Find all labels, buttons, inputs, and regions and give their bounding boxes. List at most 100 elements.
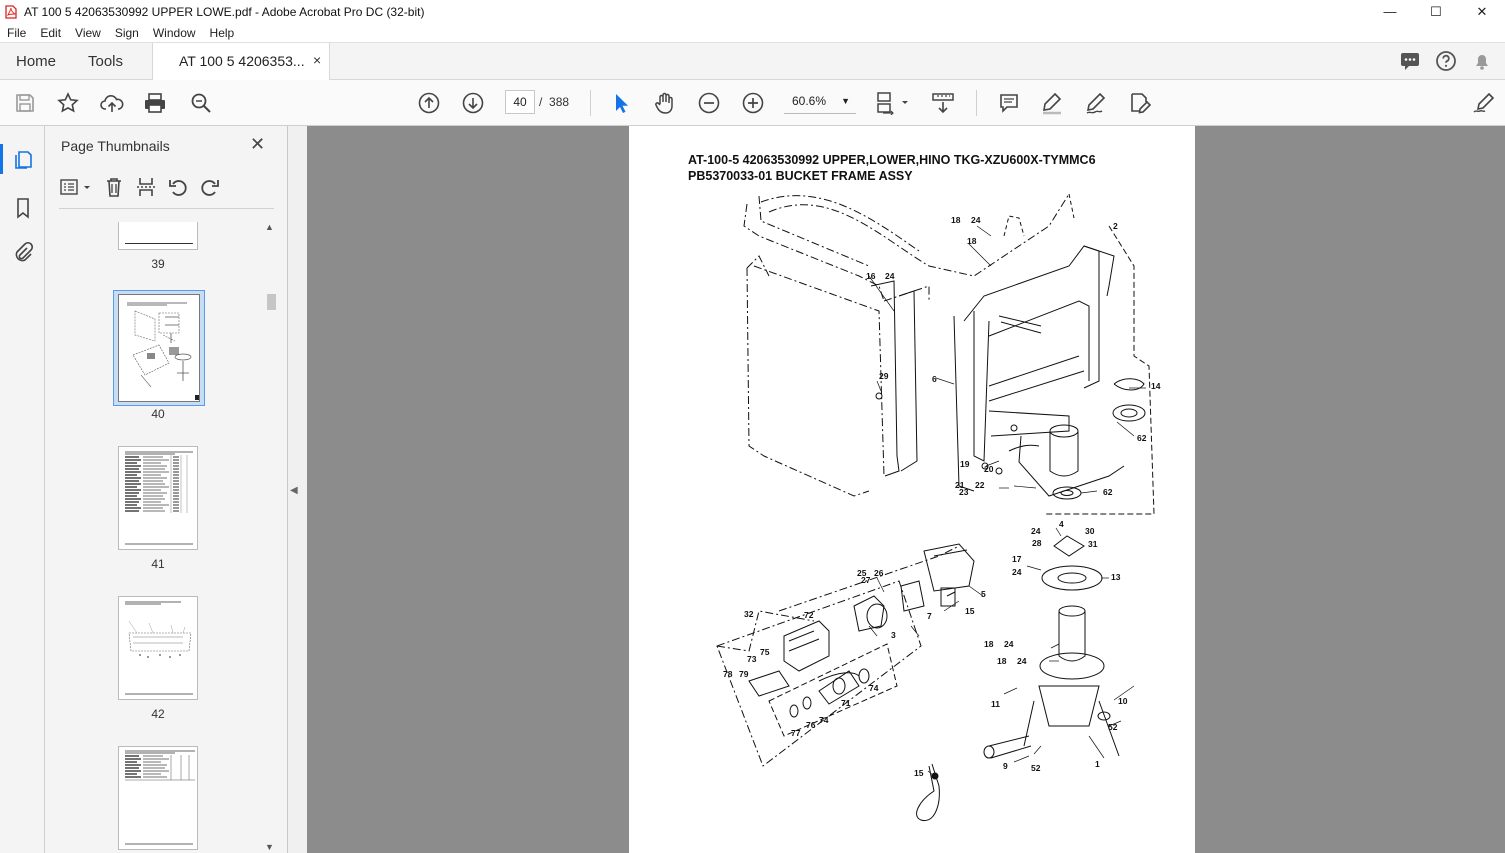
close-tab-button[interactable]: × bbox=[313, 52, 321, 68]
thumbnail-label-39: 39 bbox=[151, 257, 165, 271]
page-thumbnails-icon[interactable] bbox=[11, 148, 35, 172]
thumbnail-scrollbar[interactable]: ▲ ▼ bbox=[264, 222, 278, 853]
thumbnail-page-41[interactable] bbox=[118, 446, 198, 550]
callout-label: 23 bbox=[959, 487, 969, 497]
callout-label: 14 bbox=[1151, 381, 1161, 391]
callout-label: 18 bbox=[984, 639, 994, 649]
menu-view[interactable]: View bbox=[68, 26, 108, 40]
delete-trash-icon[interactable] bbox=[103, 176, 125, 201]
callout-label: 20 bbox=[984, 464, 994, 474]
collapse-panel-icon[interactable]: ◀ bbox=[290, 485, 298, 496]
bookmark-star-icon[interactable] bbox=[56, 91, 80, 115]
total-pages: 388 bbox=[549, 95, 570, 109]
help-icon[interactable] bbox=[1435, 50, 1457, 75]
scrollbar-thumb[interactable] bbox=[267, 294, 276, 310]
tab-bar: Home Tools AT 100 5 4206353... × bbox=[0, 43, 1505, 81]
callout-label: 26 bbox=[874, 568, 884, 578]
hand-pan-icon[interactable] bbox=[653, 91, 677, 115]
document-page: AT-100-5 42063530992 UPPER,LOWER,HINO TK… bbox=[629, 126, 1195, 853]
thumbnail-page-39[interactable] bbox=[118, 222, 198, 250]
scroll-down-icon[interactable]: ▼ bbox=[265, 842, 274, 852]
select-cursor-icon[interactable] bbox=[609, 91, 633, 115]
save-icon[interactable] bbox=[13, 91, 37, 115]
callout-label: 74 bbox=[869, 683, 879, 693]
callout-label: 15 bbox=[914, 768, 924, 778]
callout-label: 52 bbox=[1031, 763, 1041, 773]
toolbar-divider bbox=[976, 90, 977, 116]
tab-tools[interactable]: Tools bbox=[88, 43, 123, 80]
callout-label: 2 bbox=[1113, 221, 1118, 231]
close-panel-icon[interactable]: ✕ bbox=[250, 134, 265, 155]
callout-label: 76 bbox=[806, 720, 816, 730]
scroll-up-icon[interactable]: ▲ bbox=[265, 222, 274, 232]
search-zoom-icon[interactable] bbox=[189, 91, 213, 115]
scroll-mode-icon[interactable] bbox=[931, 91, 955, 115]
callout-label: 75 bbox=[760, 647, 770, 657]
highlight-pen-icon[interactable] bbox=[1040, 91, 1064, 115]
callout-label: 78 bbox=[723, 669, 733, 679]
menu-bar: File Edit View Sign Window Help bbox=[0, 23, 1505, 43]
thumbnail-label-41: 41 bbox=[151, 557, 165, 571]
notification-bell-icon[interactable] bbox=[1471, 50, 1493, 75]
callout-label: 17 bbox=[1012, 554, 1022, 564]
menu-file[interactable]: File bbox=[0, 26, 33, 40]
callout-label: 6 bbox=[932, 374, 937, 384]
attachments-paperclip-icon[interactable] bbox=[11, 240, 35, 264]
comment-icon[interactable] bbox=[997, 91, 1021, 115]
upload-cloud-icon[interactable] bbox=[100, 91, 124, 115]
tab-document[interactable]: AT 100 5 4206353... × bbox=[152, 43, 330, 81]
callout-label: 27 bbox=[861, 575, 871, 585]
extract-pages-icon[interactable] bbox=[135, 176, 157, 201]
callout-label: 13 bbox=[1111, 572, 1121, 582]
minimize-button[interactable]: — bbox=[1367, 0, 1413, 23]
thumbnail-page-40[interactable] bbox=[118, 294, 200, 402]
callout-label: 24 bbox=[1031, 526, 1041, 536]
tab-home[interactable]: Home bbox=[16, 43, 56, 80]
callout-label: 62 bbox=[1137, 433, 1147, 443]
maximize-button[interactable]: ☐ bbox=[1413, 0, 1459, 23]
callout-label: 3 bbox=[891, 630, 896, 640]
callout-label: 73 bbox=[747, 654, 757, 664]
menu-help[interactable]: Help bbox=[203, 26, 242, 40]
bookmarks-icon[interactable] bbox=[11, 196, 35, 220]
close-window-button[interactable]: ✕ bbox=[1459, 0, 1505, 23]
page-number-input[interactable]: 40 bbox=[505, 90, 535, 114]
thumbnail-page-43[interactable] bbox=[118, 746, 198, 850]
next-page-icon[interactable] bbox=[461, 91, 485, 115]
zoom-out-icon[interactable] bbox=[697, 91, 721, 115]
callout-label: 16 bbox=[866, 271, 876, 281]
callout-label: 72 bbox=[804, 610, 814, 620]
callout-label: 15 bbox=[965, 606, 975, 616]
callout-label: 18 bbox=[997, 656, 1007, 666]
zoom-level-dropdown[interactable]: 60.6% ▼ bbox=[784, 90, 856, 114]
options-menu-icon[interactable] bbox=[59, 177, 93, 200]
callout-label: 18 bbox=[951, 215, 961, 225]
rotate-cw-icon[interactable] bbox=[199, 176, 221, 201]
callout-label: 1 bbox=[1095, 759, 1100, 769]
document-viewport[interactable]: AT-100-5 42063530992 UPPER,LOWER,HINO TK… bbox=[307, 126, 1505, 853]
callout-label: 28 bbox=[1032, 538, 1042, 548]
zoom-in-icon[interactable] bbox=[741, 91, 765, 115]
page-fit-icon[interactable] bbox=[875, 91, 911, 115]
thumbnail-label-40: 40 bbox=[151, 407, 165, 421]
menu-sign[interactable]: Sign bbox=[108, 26, 146, 40]
comment-bubble-icon[interactable] bbox=[1399, 50, 1421, 75]
navigation-rail bbox=[0, 126, 45, 853]
main-toolbar: 40 / 388 60.6% ▼ bbox=[0, 80, 1505, 126]
edit-document-icon[interactable] bbox=[1128, 91, 1152, 115]
callout-label: 24 bbox=[1012, 567, 1022, 577]
callout-label: 24 bbox=[971, 215, 981, 225]
sign-pen-icon[interactable] bbox=[1084, 91, 1108, 115]
callout-label: 24 bbox=[1004, 639, 1014, 649]
share-sign-icon[interactable] bbox=[1472, 91, 1496, 115]
menu-edit[interactable]: Edit bbox=[33, 26, 68, 40]
callout-label: 71 bbox=[841, 698, 851, 708]
thumbnail-page-42[interactable] bbox=[118, 596, 198, 700]
panel-divider bbox=[59, 208, 274, 209]
window-title: AT 100 5 42063530992 UPPER LOWE.pdf - Ad… bbox=[24, 4, 425, 19]
previous-page-icon[interactable] bbox=[417, 91, 441, 115]
print-icon[interactable] bbox=[143, 91, 167, 115]
menu-window[interactable]: Window bbox=[146, 26, 203, 40]
title-bar: AT 100 5 42063530992 UPPER LOWE.pdf - Ad… bbox=[0, 0, 1505, 23]
rotate-ccw-icon[interactable] bbox=[167, 176, 189, 201]
